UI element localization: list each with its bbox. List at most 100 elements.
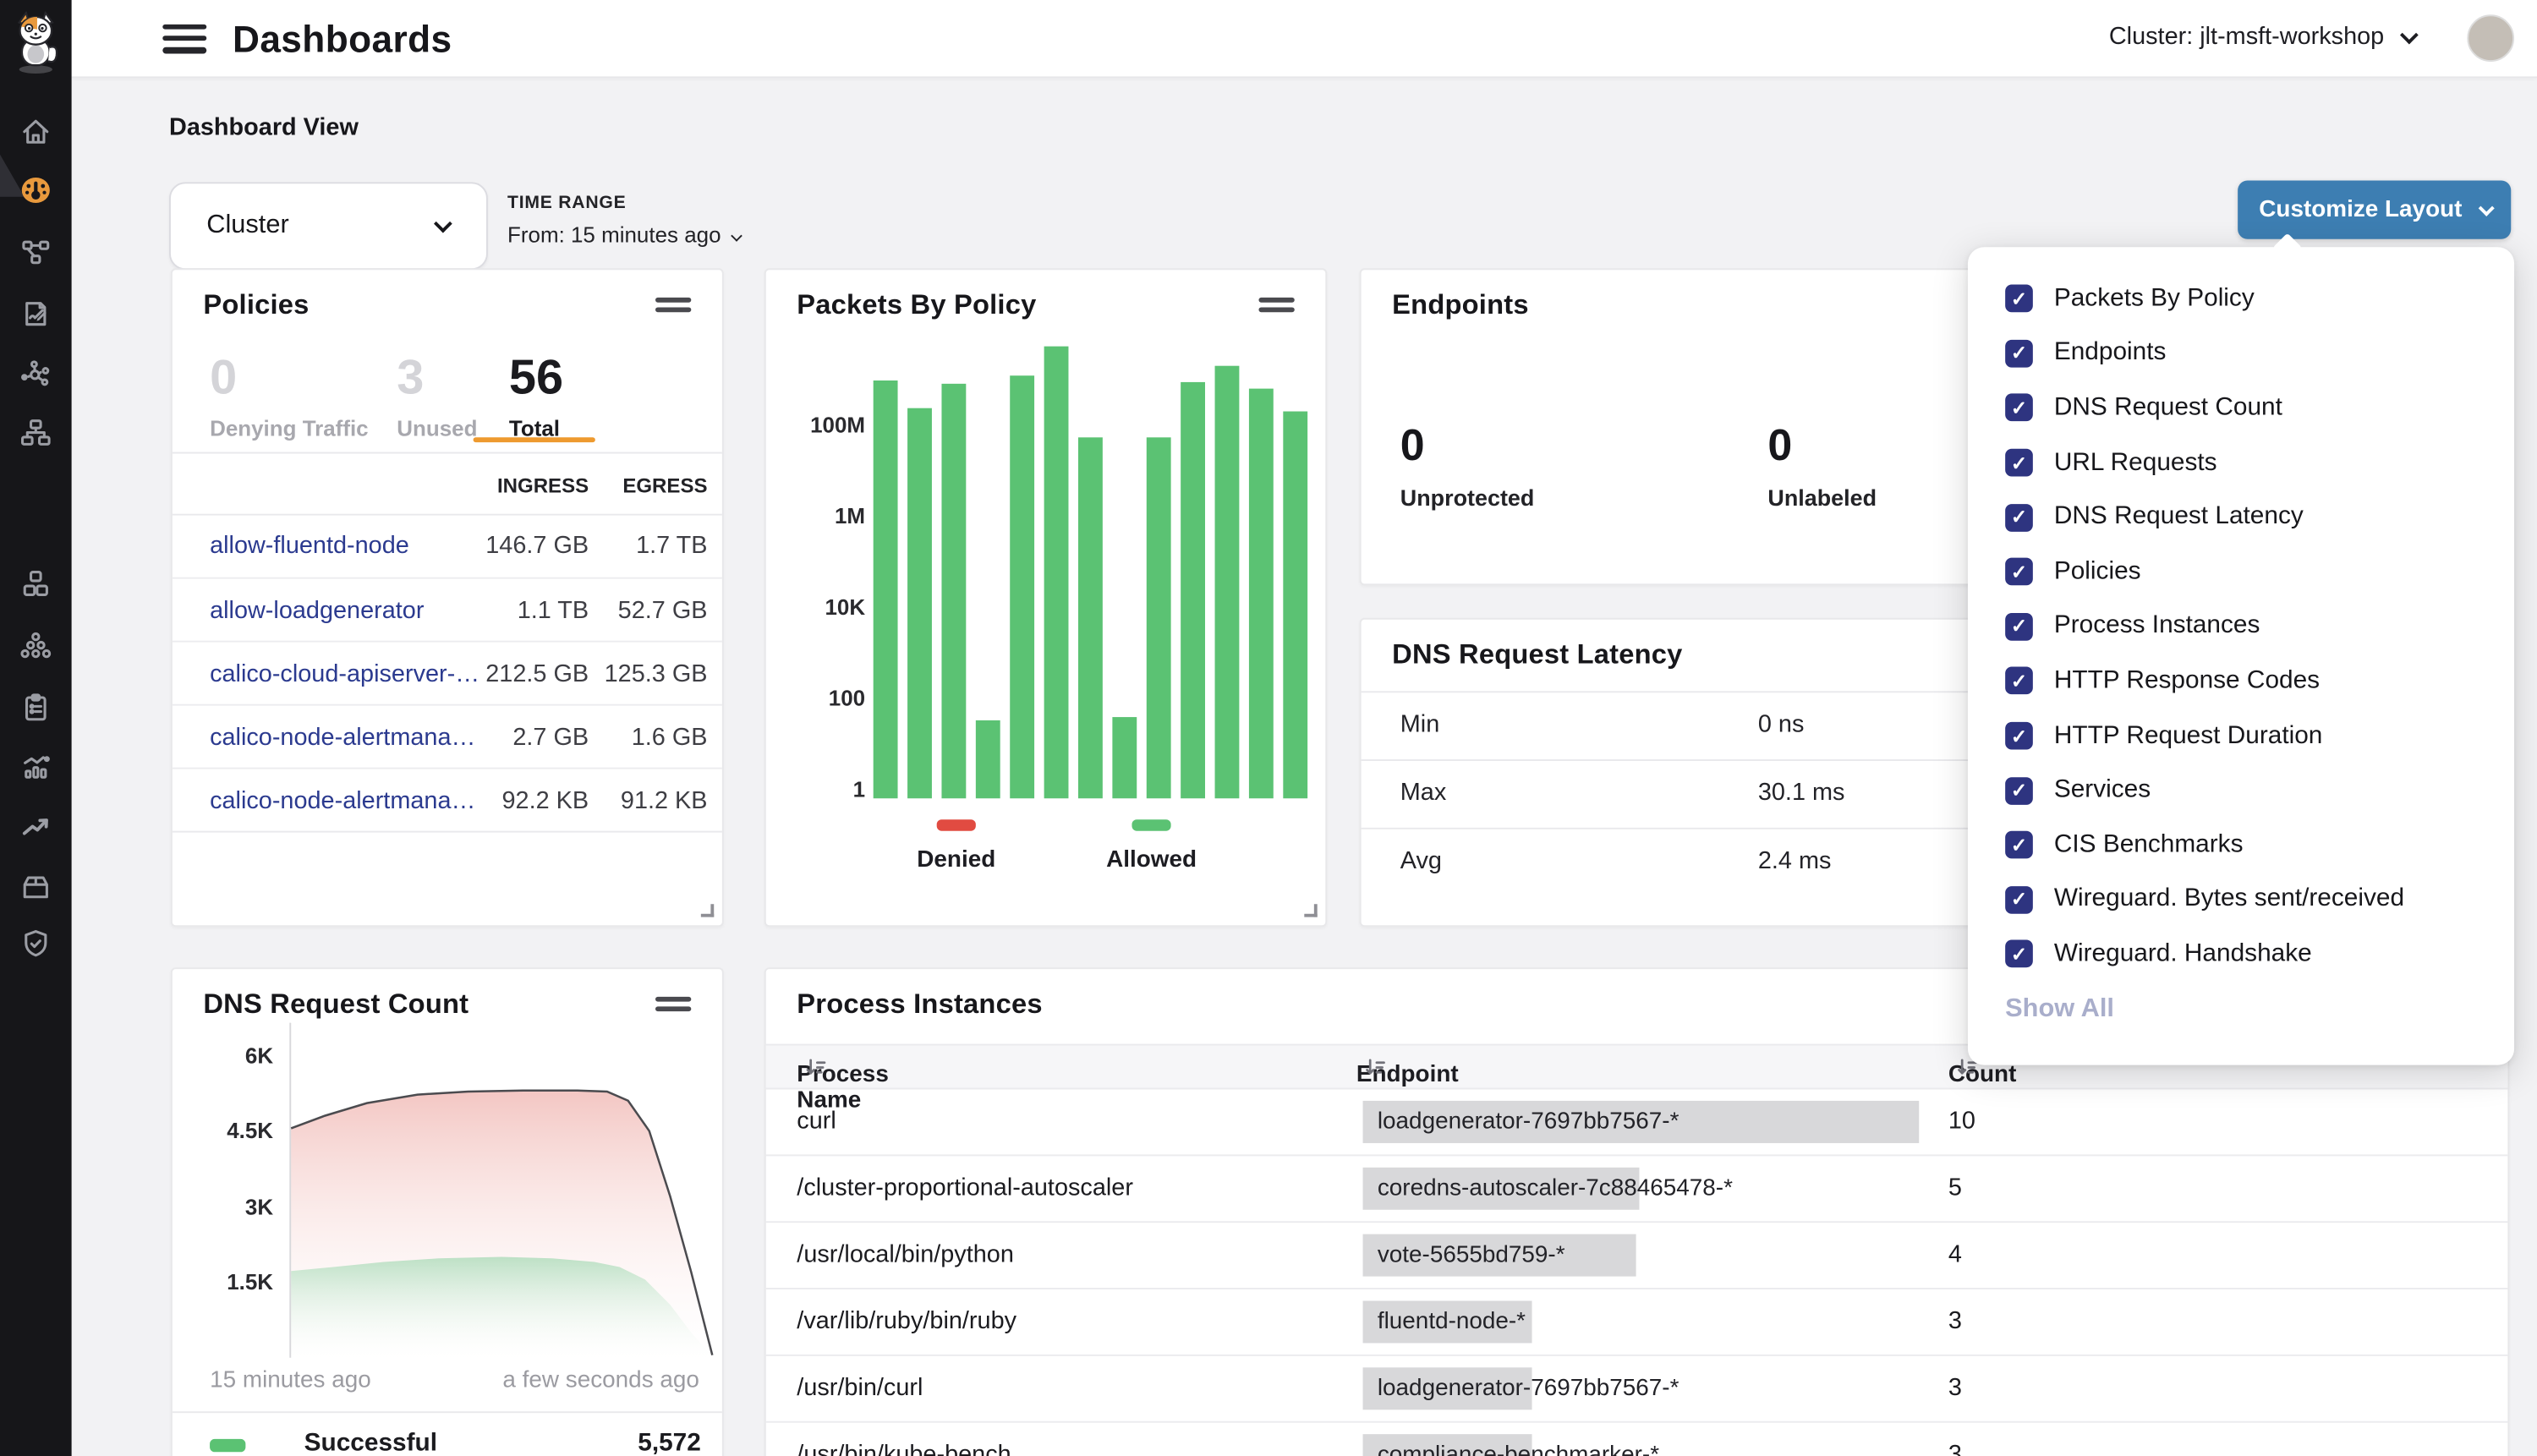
menu-item-label: CIS Benchmarks xyxy=(2054,830,2244,860)
checkbox-checked-icon[interactable]: ✓ xyxy=(2005,722,2033,750)
checkbox-checked-icon[interactable]: ✓ xyxy=(2005,613,2033,641)
process-name: /cluster-proportional-autoscaler xyxy=(797,1174,1133,1201)
policy-name-link[interactable]: calico-node-alertmana… xyxy=(210,724,475,752)
drag-handle-icon[interactable] xyxy=(655,298,691,318)
checkbox-checked-icon[interactable]: ✓ xyxy=(2005,940,2033,968)
policies-stat-unused[interactable]: 3 Unused xyxy=(397,351,477,441)
policy-name-link[interactable]: allow-fluentd-node xyxy=(210,532,409,560)
y-axis-tick: 4.5K xyxy=(189,1119,273,1143)
menu-item-label: Endpoints xyxy=(2054,339,2167,369)
dashboard-view-select-value: Cluster xyxy=(206,211,288,241)
show-all-link[interactable]: Show All xyxy=(2005,995,2114,1025)
checkbox-checked-icon[interactable]: ✓ xyxy=(2005,886,2033,914)
sidebar-item-archive[interactable] xyxy=(19,870,52,902)
endpoint-value: vote-5655bd759-* xyxy=(1363,1234,1565,1277)
sidebar-item-network-topology[interactable] xyxy=(19,236,52,268)
sidebar-item-org-chart[interactable] xyxy=(19,416,52,448)
col-process-name[interactable]: Process Name xyxy=(797,1054,826,1081)
customize-menu-item[interactable]: ✓ HTTP Request Duration xyxy=(1968,709,2514,764)
endpoint-value: compliance-benchmarker-* xyxy=(1363,1434,1660,1456)
sidebar xyxy=(0,0,72,1456)
sidebar-item-service-graph[interactable] xyxy=(19,358,52,390)
endpoint-value: loadgenerator-7697bb7567-* xyxy=(1363,1101,1679,1143)
policy-ingress-value: 146.7 GB xyxy=(485,532,589,560)
cluster-switcher[interactable]: Cluster: jlt-msft-workshop xyxy=(2109,23,2414,51)
customize-layout-button[interactable]: Customize Layout xyxy=(2238,180,2511,238)
allowed-bar xyxy=(874,380,898,798)
time-range-label: TIME RANGE xyxy=(507,194,739,213)
resize-handle-icon[interactable] xyxy=(701,904,714,917)
sidebar-item-security[interactable] xyxy=(19,927,52,959)
checkbox-checked-icon[interactable]: ✓ xyxy=(2005,394,2033,422)
policies-table-header: INGRESS EGRESS xyxy=(173,475,722,514)
sidebar-item-trends[interactable] xyxy=(19,810,52,842)
legend-denied[interactable]: Denied xyxy=(858,810,1054,873)
menu-item-label: HTTP Request Duration xyxy=(2054,721,2323,751)
y-axis-tick: 1M xyxy=(781,504,865,528)
checkbox-checked-icon[interactable]: ✓ xyxy=(2005,831,2033,859)
active-tab-underline xyxy=(474,437,595,442)
process-name: /usr/bin/kube-bench xyxy=(797,1441,1011,1456)
customize-menu-item[interactable]: ✓ CIS Benchmarks xyxy=(1968,818,2514,873)
endpoint-chip: compliance-benchmarker-* xyxy=(1363,1434,1660,1456)
sidebar-item-workloads[interactable] xyxy=(19,567,52,599)
customize-menu-item[interactable]: ✓ Packets By Policy xyxy=(1968,271,2514,326)
customize-menu-item[interactable]: ✓ Policies xyxy=(1968,545,2514,599)
allowed-bar xyxy=(1112,717,1137,798)
checkbox-checked-icon[interactable]: ✓ xyxy=(2005,558,2033,586)
dns-legend-row-successful[interactable]: Successful 5,572 xyxy=(173,1425,722,1456)
customize-menu-item[interactable]: ✓ Services xyxy=(1968,764,2514,818)
customize-menu-item[interactable]: ✓ URL Requests xyxy=(1968,435,2514,490)
legend-allowed[interactable]: Allowed xyxy=(1054,810,1249,873)
checkbox-checked-icon[interactable]: ✓ xyxy=(2005,285,2033,313)
process-count: 10 xyxy=(1948,1108,1975,1136)
customize-menu-item[interactable]: ✓ Wireguard. Handshake xyxy=(1968,927,2514,982)
checkbox-checked-icon[interactable]: ✓ xyxy=(2005,667,2033,695)
policy-name-link[interactable]: allow-loadgenerator xyxy=(210,597,424,625)
sidebar-item-dashboards[interactable] xyxy=(19,174,52,206)
policy-ingress-value: 1.1 TB xyxy=(518,597,589,625)
process-name: /var/lib/ruby/bin/ruby xyxy=(797,1307,1016,1335)
dashboard-view-select[interactable]: Cluster xyxy=(169,182,488,270)
user-avatar[interactable] xyxy=(2467,14,2514,62)
menu-item-label: Packets By Policy xyxy=(2054,284,2255,314)
allowed-bar xyxy=(1181,382,1205,798)
checkbox-checked-icon[interactable]: ✓ xyxy=(2005,777,2033,805)
customize-menu-item[interactable]: ✓ Process Instances xyxy=(1968,599,2514,654)
customize-menu-item[interactable]: ✓ HTTP Response Codes xyxy=(1968,654,2514,709)
col-endpoint[interactable]: Endpoint xyxy=(1356,1054,1386,1081)
calico-cat-logo-icon[interactable] xyxy=(8,11,63,76)
policy-ingress-value: 92.2 KB xyxy=(502,787,589,815)
sidebar-item-policies[interactable] xyxy=(19,298,52,330)
sidebar-item-endpoints[interactable] xyxy=(19,629,52,661)
policy-name-link[interactable]: calico-node-alertmana… xyxy=(210,787,475,815)
process-count: 5 xyxy=(1948,1174,1962,1201)
menu-item-label: DNS Request Latency xyxy=(2054,503,2304,533)
policies-stat-total[interactable]: 56 Total xyxy=(509,351,563,441)
menu-toggle-icon[interactable] xyxy=(162,25,206,54)
checkbox-checked-icon[interactable]: ✓ xyxy=(2005,340,2033,368)
policies-stat-denying[interactable]: 0 Denying Traffic xyxy=(210,351,369,441)
sidebar-item-compliance[interactable] xyxy=(19,691,52,723)
time-range-value[interactable]: From: 15 minutes ago xyxy=(507,222,739,247)
allowed-bar xyxy=(1249,389,1274,799)
sidebar-item-home[interactable] xyxy=(19,116,52,148)
customize-menu-item[interactable]: ✓ DNS Request Latency xyxy=(1968,490,2514,545)
customize-menu-item[interactable]: ✓ Endpoints xyxy=(1968,326,2514,381)
checkbox-checked-icon[interactable]: ✓ xyxy=(2005,449,2033,477)
customize-menu-item[interactable]: ✓ DNS Request Count xyxy=(1968,380,2514,435)
policies-table-row: calico-cloud-apiserver-… 212.5 GB 125.3 … xyxy=(173,641,722,704)
sidebar-item-reports[interactable] xyxy=(19,750,52,782)
endpoint-chip: coredns-autoscaler-7c88465478-* xyxy=(1363,1168,1733,1210)
process-card-title: Process Instances xyxy=(797,988,1042,1021)
allowed-bar xyxy=(1078,437,1103,798)
drag-handle-icon[interactable] xyxy=(655,997,691,1017)
customize-menu-item[interactable]: ✓ Wireguard. Bytes sent/received xyxy=(1968,873,2514,928)
drag-handle-icon[interactable] xyxy=(1258,298,1294,318)
packets-card-title: Packets By Policy xyxy=(797,289,1036,321)
menu-item-label: URL Requests xyxy=(2054,448,2217,478)
policy-name-link[interactable]: calico-cloud-apiserver-… xyxy=(210,660,479,688)
resize-handle-icon[interactable] xyxy=(1304,904,1317,917)
y-axis-tick: 100 xyxy=(781,687,865,711)
checkbox-checked-icon[interactable]: ✓ xyxy=(2005,504,2033,532)
